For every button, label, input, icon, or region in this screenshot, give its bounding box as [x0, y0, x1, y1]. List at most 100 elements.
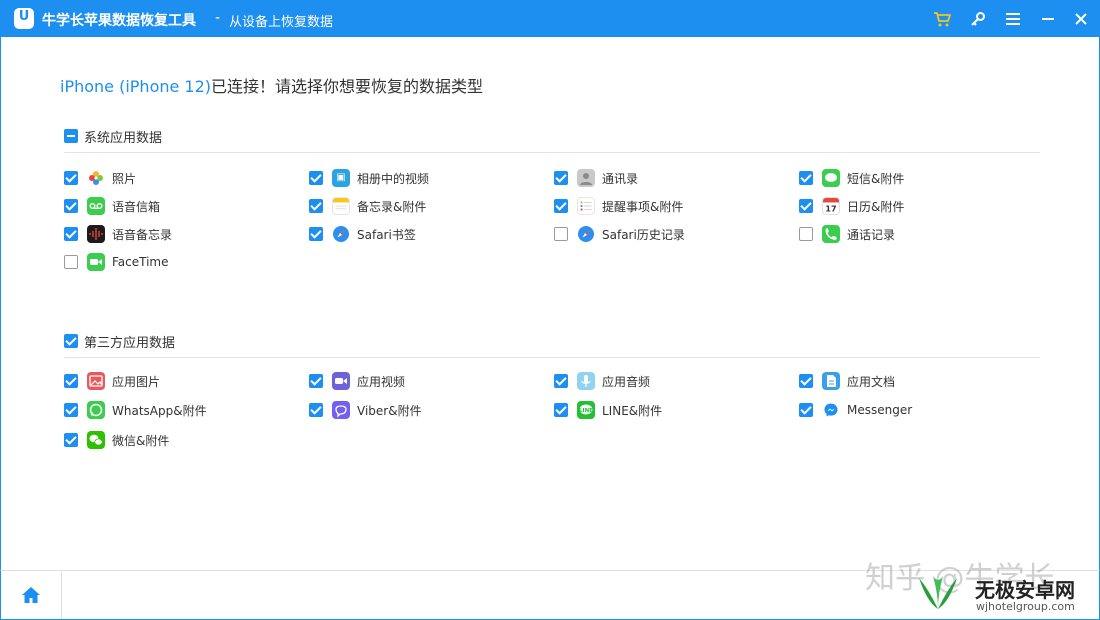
- option-wechat[interactable]: 微信&附件: [64, 429, 169, 451]
- svg-text:LINE: LINE: [579, 408, 593, 414]
- option-checkbox[interactable]: [64, 433, 78, 447]
- option-messenger[interactable]: Messenger: [799, 399, 912, 421]
- section-thirdparty-checkbox[interactable]: [64, 334, 78, 348]
- app-photos-icon: [87, 372, 105, 390]
- option-safari-bookmarks[interactable]: Safari书签: [309, 223, 416, 245]
- minimize-button[interactable]: [1035, 6, 1061, 32]
- cart-button[interactable]: [929, 6, 955, 32]
- option-album-video[interactable]: ▣ 相册中的视频: [309, 167, 429, 189]
- page-subtitle: 从设备上恢复数据: [229, 15, 334, 30]
- option-app-audio[interactable]: 应用音频: [554, 370, 650, 392]
- messenger-icon: [822, 401, 840, 419]
- album-video-icon: ▣: [332, 169, 350, 187]
- phone-icon: [822, 225, 840, 243]
- option-messages[interactable]: 短信&附件: [799, 167, 904, 189]
- option-checkbox[interactable]: [64, 374, 78, 388]
- main-content: [0, 37, 1100, 570]
- select-prompt: 已连接！请选择你想要恢复的数据类型: [211, 77, 484, 96]
- option-checkbox[interactable]: [309, 403, 323, 417]
- option-label: LINE&附件: [602, 403, 663, 418]
- option-label: FaceTime: [112, 255, 169, 269]
- app-audio-icon: [577, 372, 595, 390]
- option-label: 通讯录: [602, 171, 639, 186]
- option-checkbox[interactable]: [309, 227, 323, 241]
- app-title: 牛学长苹果数据恢复工具: [42, 13, 196, 29]
- option-facetime[interactable]: FaceTime: [64, 251, 169, 273]
- device-name: iPhone (iPhone 12): [60, 77, 212, 96]
- title-bar: 牛学长苹果数据恢复工具 - 从设备上恢复数据: [0, 0, 1100, 37]
- option-checkbox[interactable]: [554, 199, 568, 213]
- option-app-documents[interactable]: 应用文档: [799, 370, 895, 392]
- section-system-checkbox[interactable]: [64, 129, 78, 143]
- option-checkbox[interactable]: [309, 199, 323, 213]
- option-checkbox[interactable]: [554, 374, 568, 388]
- home-button[interactable]: [1, 571, 62, 619]
- key-button[interactable]: [965, 6, 991, 32]
- section-system-title: 系统应用数据: [84, 130, 163, 146]
- option-label: WhatsApp&附件: [112, 403, 207, 418]
- option-checkbox[interactable]: [64, 227, 78, 241]
- option-checkbox[interactable]: [554, 403, 568, 417]
- safari-icon: [577, 225, 595, 243]
- section-thirdparty-title: 第三方应用数据: [84, 335, 176, 351]
- option-app-video[interactable]: 应用视频: [309, 370, 405, 392]
- option-checkbox[interactable]: [64, 171, 78, 185]
- option-app-photos[interactable]: 应用图片: [64, 370, 160, 392]
- whatsapp-icon: [87, 401, 105, 419]
- home-icon: [22, 587, 40, 603]
- option-label: 微信&附件: [112, 433, 170, 448]
- option-checkbox[interactable]: [799, 171, 813, 185]
- watermark-site-url: wjhotelgroup.com: [976, 600, 1075, 613]
- line-icon: LINE: [577, 401, 595, 419]
- option-label: Viber&附件: [357, 403, 422, 418]
- option-whatsapp[interactable]: WhatsApp&附件: [64, 399, 207, 421]
- option-safari-history[interactable]: Safari历史记录: [554, 223, 685, 245]
- app-logo-icon: [14, 8, 34, 29]
- option-voice-memos[interactable]: 语音备忘录: [64, 223, 172, 245]
- svg-text:17: 17: [825, 204, 836, 213]
- option-checkbox[interactable]: [799, 403, 813, 417]
- section-thirdparty-header[interactable]: 第三方应用数据: [64, 331, 175, 351]
- section-system-header[interactable]: 系统应用数据: [64, 126, 162, 146]
- reminders-icon: [577, 197, 595, 215]
- option-label: 备忘录&附件: [357, 199, 427, 214]
- option-photos[interactable]: 照片: [64, 167, 136, 189]
- option-reminders[interactable]: 提醒事项&附件: [554, 195, 683, 217]
- app-video-icon: [332, 372, 350, 390]
- option-checkbox[interactable]: [64, 199, 78, 213]
- option-label: Safari历史记录: [602, 227, 685, 242]
- option-label: 日历&附件: [847, 199, 905, 214]
- section-divider: [64, 357, 1040, 358]
- watermark-logo-icon: [919, 576, 957, 609]
- close-icon: [1075, 13, 1087, 25]
- option-call-history[interactable]: 通话记录: [799, 223, 895, 245]
- close-button[interactable]: [1068, 6, 1094, 32]
- option-checkbox[interactable]: [309, 374, 323, 388]
- option-line[interactable]: LINE LINE&附件: [554, 399, 662, 421]
- option-checkbox[interactable]: [309, 171, 323, 185]
- option-checkbox[interactable]: [554, 227, 568, 241]
- option-checkbox[interactable]: [64, 255, 78, 269]
- option-checkbox[interactable]: [64, 403, 78, 417]
- option-contacts[interactable]: 通讯录: [554, 167, 638, 189]
- wechat-icon: [87, 431, 105, 449]
- menu-button[interactable]: [1000, 6, 1026, 32]
- option-label: 通话记录: [847, 227, 896, 242]
- option-label: 语音备忘录: [112, 227, 173, 242]
- option-notes[interactable]: 备忘录&附件: [309, 195, 426, 217]
- watermark-site-name: 无极安卓网: [975, 578, 1075, 602]
- contacts-icon: [577, 169, 595, 187]
- option-calendar[interactable]: 17 日历&附件: [799, 195, 904, 217]
- option-checkbox[interactable]: [799, 374, 813, 388]
- option-label: 短信&附件: [847, 171, 905, 186]
- option-voicemail[interactable]: 语音信箱: [64, 195, 160, 217]
- option-checkbox[interactable]: [799, 227, 813, 241]
- option-label: Messenger: [847, 403, 913, 417]
- voicemail-icon: [87, 197, 105, 215]
- option-checkbox[interactable]: [799, 199, 813, 213]
- option-viber[interactable]: Viber&附件: [309, 399, 422, 421]
- voice-memos-icon: [87, 225, 105, 243]
- option-checkbox[interactable]: [554, 171, 568, 185]
- title-separator: -: [215, 10, 221, 26]
- option-label: 语音信箱: [112, 199, 161, 214]
